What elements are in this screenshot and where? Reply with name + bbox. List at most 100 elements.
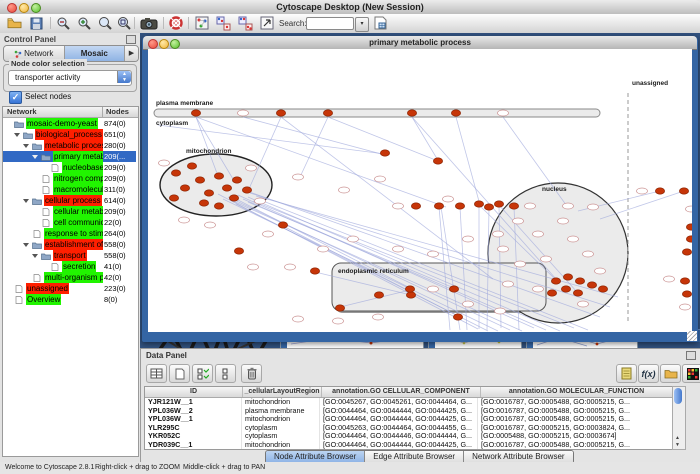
table-cell[interactable]: cytoplasm: [242, 424, 320, 433]
network-node[interactable]: [255, 198, 266, 204]
network-node[interactable]: [680, 304, 691, 310]
vizmapper-button[interactable]: [193, 15, 210, 31]
network-node[interactable]: [263, 231, 274, 237]
tree-row[interactable]: biological_process651(0): [3, 129, 136, 140]
network-node[interactable]: [578, 301, 589, 307]
node-color-select[interactable]: transporter activity ▲▼: [8, 70, 132, 86]
tree-row[interactable]: multi-organism pro42(0): [3, 272, 136, 283]
network-node[interactable]: [246, 165, 257, 171]
col-cellular-component[interactable]: annotation.GO CELLULAR_COMPONENT: [322, 387, 481, 397]
function-builder-button[interactable]: f(x): [638, 364, 659, 383]
network-node[interactable]: [547, 290, 556, 296]
tree-row[interactable]: response to stimulu264(0): [3, 228, 136, 239]
new-attribute-button[interactable]: [169, 364, 190, 383]
network-edge[interactable]: [281, 117, 493, 279]
tree-row[interactable]: establishment of lo558(0): [3, 239, 136, 250]
tree-expand-icon[interactable]: [32, 254, 38, 258]
network-node[interactable]: [229, 195, 238, 201]
network-node[interactable]: [588, 204, 599, 210]
network-edge[interactable]: [300, 117, 328, 177]
tabs-overflow-button[interactable]: ▶: [125, 46, 138, 61]
control-panel-float-icon[interactable]: [126, 35, 136, 44]
tree-expand-icon[interactable]: [23, 144, 29, 148]
network-node[interactable]: [335, 305, 344, 311]
network-node[interactable]: [373, 314, 384, 320]
network-node[interactable]: [169, 195, 178, 201]
table-cell[interactable]: [GO:0016787, GO:0005488, GO:0005215, G..…: [478, 407, 673, 416]
tree-row[interactable]: Overview8(0): [3, 294, 136, 305]
network-node[interactable]: [179, 217, 190, 223]
network-node[interactable]: [686, 206, 693, 212]
network-node[interactable]: [214, 173, 223, 179]
network-node[interactable]: [680, 278, 689, 284]
network-node[interactable]: [242, 187, 251, 193]
select-attributes-button[interactable]: [192, 364, 213, 383]
network-node[interactable]: [339, 187, 350, 193]
table-cell[interactable]: YPL036W__1: [145, 415, 242, 424]
network-node[interactable]: [187, 163, 196, 169]
zoom-button[interactable]: [31, 3, 41, 13]
zoom-out-button[interactable]: [54, 15, 71, 31]
table-cell[interactable]: mitochondrion: [242, 415, 320, 424]
network-node[interactable]: [204, 190, 213, 196]
network-node[interactable]: [310, 268, 319, 274]
tree-row[interactable]: cellular process614(0): [3, 195, 136, 206]
table-row[interactable]: YJR121W__1mitochondrion[GO:0045267, GO:0…: [145, 398, 673, 407]
network-node[interactable]: [498, 246, 509, 252]
network-node[interactable]: [222, 185, 231, 191]
table-row[interactable]: YPL036W__1mitochondrion[GO:0044464, GO:0…: [145, 415, 673, 424]
table-cell[interactable]: YLR295C: [145, 424, 242, 433]
zoom-selected-button[interactable]: [96, 15, 113, 31]
data-panel-float-icon[interactable]: [686, 351, 696, 360]
table-cell[interactable]: [GO:0016787, GO:0005215, GO:0003824, G..…: [478, 424, 673, 433]
network-node[interactable]: [293, 316, 304, 322]
network-node[interactable]: [180, 185, 189, 191]
network-node[interactable]: [248, 264, 259, 270]
network-node[interactable]: [318, 246, 329, 252]
table-cell[interactable]: cytoplasm: [242, 432, 320, 441]
table-cell[interactable]: plasma membrane: [242, 407, 320, 416]
network-node[interactable]: [191, 110, 200, 116]
network-node[interactable]: [563, 274, 572, 280]
scrollbar-thumb[interactable]: [674, 388, 682, 404]
network-node[interactable]: [533, 286, 544, 292]
network-node[interactable]: [587, 282, 596, 288]
network-node[interactable]: [411, 203, 420, 209]
attribute-editor-button[interactable]: [616, 364, 637, 383]
tree-row[interactable]: nitrogen compo209(0): [3, 173, 136, 184]
scroll-up-icon[interactable]: ▲: [675, 436, 680, 441]
network-node[interactable]: [455, 203, 464, 209]
network-node[interactable]: [655, 188, 664, 194]
network-node[interactable]: [664, 276, 675, 282]
network-edge[interactable]: [412, 117, 439, 162]
network-node[interactable]: [375, 176, 386, 182]
network-node[interactable]: [561, 286, 570, 292]
network-node[interactable]: [568, 236, 579, 242]
network-node[interactable]: [533, 231, 544, 237]
network-node[interactable]: [525, 203, 536, 209]
network-node[interactable]: [238, 110, 249, 116]
network-node[interactable]: [498, 110, 509, 116]
network-node[interactable]: [595, 268, 606, 274]
network-node[interactable]: [293, 174, 304, 180]
col-region[interactable]: _cellularLayoutRegion: [243, 387, 322, 397]
network-node[interactable]: [463, 301, 474, 307]
network-node[interactable]: [405, 286, 414, 292]
window-close-button[interactable]: [148, 39, 158, 49]
network-node[interactable]: [428, 286, 439, 292]
network-node[interactable]: [495, 308, 506, 314]
network-node[interactable]: [503, 281, 514, 287]
network-window-titlebar[interactable]: primary metabolic process: [143, 36, 697, 50]
network-node[interactable]: [563, 203, 574, 209]
network-node[interactable]: [205, 222, 216, 228]
network-node[interactable]: [513, 218, 524, 224]
attribute-table[interactable]: ID _cellularLayoutRegion annotation.GO C…: [144, 386, 674, 450]
select-nodes-checkbox[interactable]: ✓: [9, 91, 22, 104]
network-node[interactable]: [583, 251, 594, 257]
import-attributes-button[interactable]: [660, 364, 681, 383]
tree-expand-icon[interactable]: [14, 133, 20, 137]
network-node[interactable]: [541, 256, 552, 262]
table-cell[interactable]: [GO:0044464, GO:0044444, GO:0044425, G..…: [320, 407, 478, 416]
network-node[interactable]: [551, 278, 560, 284]
table-row[interactable]: YDR039C__1mitochondrion[GO:0044464, GO:0…: [145, 441, 673, 450]
